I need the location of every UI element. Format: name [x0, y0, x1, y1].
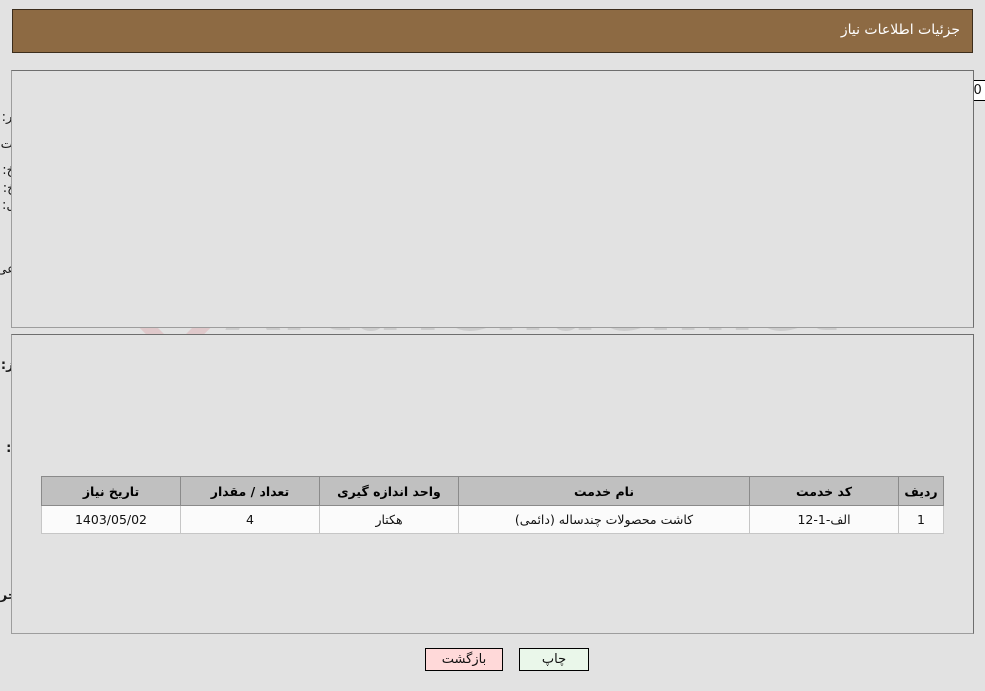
th-quantity: تعداد / مقدار [180, 476, 320, 506]
page-title: جزئیات اطلاعات نیاز [840, 22, 960, 38]
td-service-code: الف-1-12 [749, 505, 899, 534]
th-service-name: نام خدمت [458, 476, 750, 506]
td-service-name: کاشت محصولات چندساله (دائمی) [458, 505, 750, 534]
th-radif: ردیف [898, 476, 944, 506]
services-table: ردیف کد خدمت نام خدمت واحد اندازه گیری ت… [41, 476, 944, 534]
td-radif: 1 [898, 505, 944, 534]
th-unit: واحد اندازه گیری [319, 476, 459, 506]
th-service-code: کد خدمت [749, 476, 899, 506]
need-summary-panel [11, 70, 974, 328]
td-unit: هکتار [319, 505, 459, 534]
print-button[interactable]: چاپ [519, 648, 589, 671]
th-need-date: تاریخ نیاز [41, 476, 181, 506]
table-row: 1 الف-1-12 کاشت محصولات چندساله (دائمی) … [41, 505, 944, 534]
td-need-date: 1403/05/02 [41, 505, 181, 534]
back-button[interactable]: بازگشت [425, 648, 503, 671]
header-bar: جزئیات اطلاعات نیاز [12, 9, 973, 53]
table-header-row: ردیف کد خدمت نام خدمت واحد اندازه گیری ت… [41, 476, 944, 506]
td-quantity: 4 [180, 505, 320, 534]
page-root: ArtaTender.net جزئیات اطلاعات نیاز شماره… [0, 0, 985, 691]
